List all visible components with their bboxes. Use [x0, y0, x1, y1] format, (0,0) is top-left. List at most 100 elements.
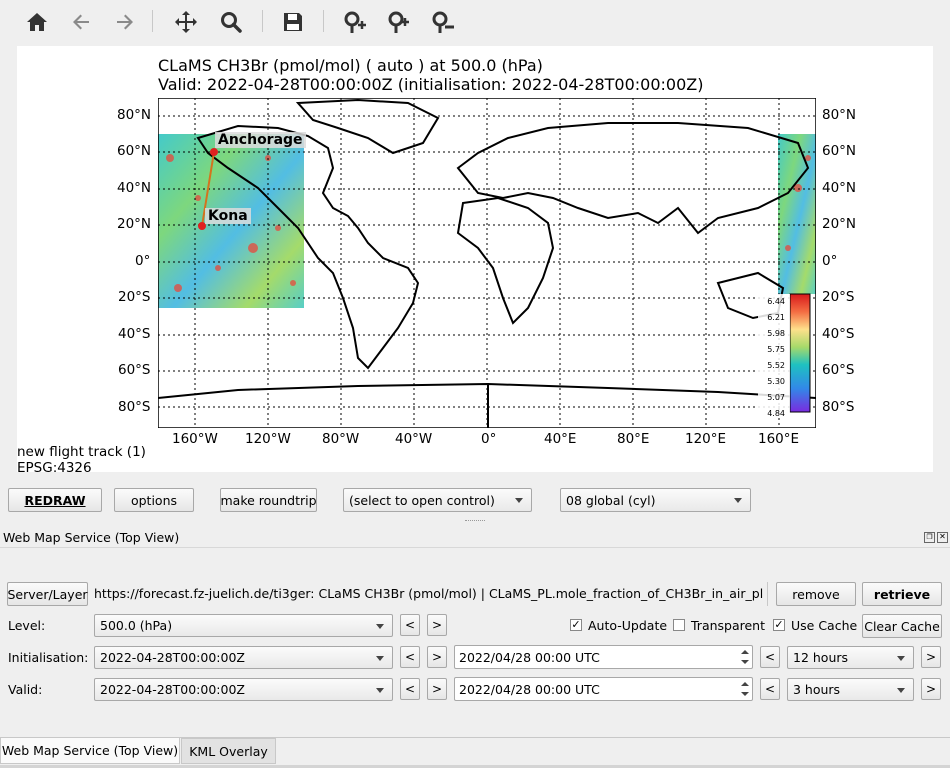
lat-tick-right: 80°S [822, 399, 855, 415]
lat-tick-right: 80°N [822, 107, 857, 123]
zoom-magnifier-icon [221, 12, 242, 33]
initialisation-select[interactable]: 2022-04-28T00:00:00Z [94, 646, 393, 669]
valid-step-next-button[interactable]: > [921, 678, 941, 700]
lat-tick-left: 60°N [117, 143, 152, 159]
lat-tick-right: 60°N [822, 143, 857, 159]
redraw-button[interactable]: REDRAW [8, 488, 102, 512]
valid-step-select[interactable]: 3 hours [787, 678, 914, 701]
lat-tick-left: 40°S [118, 326, 151, 342]
float-dock-icon[interactable]: ❐ [924, 532, 935, 543]
spin-up-icon[interactable] [741, 682, 749, 686]
clear-cache-button[interactable]: Clear Cache [862, 614, 942, 638]
waypoint-label-anchorage: Anchorage [215, 132, 306, 148]
chevron-down-icon [734, 498, 742, 503]
spin-up-icon[interactable] [741, 650, 749, 654]
projection-label: EPSG:4326 [17, 460, 92, 476]
lon-tick: 40°E [544, 431, 577, 447]
valid-datetime-input[interactable]: 2022/04/28 00:00 UTC [454, 677, 753, 701]
save-button[interactable] [278, 8, 308, 36]
chevron-down-icon [376, 623, 384, 629]
valid-step-prev-button[interactable]: < [760, 678, 780, 700]
layer-description: https://forecast.fz-juelich.de/ti3ger: C… [94, 586, 764, 601]
lat-tick-left: 80°S [118, 399, 151, 415]
chevron-down-icon [376, 687, 384, 693]
valid-prev-button[interactable]: < [400, 678, 420, 700]
tab-kml-overlay[interactable]: KML Overlay [181, 738, 276, 764]
colorbar-labels: 6.44 6.21 5.98 5.75 5.52 5.30 5.07 4.84 [767, 297, 785, 418]
move-waypoint-button[interactable] [384, 8, 414, 36]
plot-title-line1: CLaMS CH3Br (pmol/mol) ( auto ) at 500.0… [158, 56, 543, 75]
chevron-down-icon [376, 655, 384, 661]
remove-button[interactable]: remove [776, 582, 856, 606]
init-step-next-button[interactable]: > [921, 646, 941, 668]
separator [767, 582, 768, 606]
level-prev-button[interactable]: < [400, 614, 420, 636]
pan-move-icon [175, 11, 197, 33]
colorbar [789, 293, 811, 413]
insert-waypoint-button[interactable] [340, 8, 370, 36]
lon-tick: 40°W [395, 431, 433, 447]
waypoint-label-kona: Kona [205, 208, 251, 224]
make-roundtrip-button[interactable]: make roundtrip [220, 488, 317, 512]
waypoint-marker[interactable] [210, 148, 218, 156]
close-dock-icon[interactable]: ✕ [937, 532, 948, 543]
init-datetime-input[interactable]: 2022/04/28 00:00 UTC [454, 645, 753, 669]
map-canvas[interactable]: CLaMS CH3Br (pmol/mol) ( auto ) at 500.0… [17, 46, 933, 476]
chevron-down-icon [515, 498, 523, 503]
save-floppy-icon [284, 13, 302, 31]
valid-label: Valid: [8, 682, 43, 697]
options-button[interactable]: options [114, 488, 194, 512]
valid-next-button[interactable]: > [427, 678, 447, 700]
toolbar-separator [323, 10, 324, 32]
forward-button[interactable] [110, 8, 140, 36]
init-prev-button[interactable]: < [400, 646, 420, 668]
delete-waypoint-button[interactable] [428, 8, 458, 36]
toolbar-separator [262, 10, 263, 32]
toolbar-separator [152, 10, 153, 32]
wms-panel [0, 547, 950, 738]
insert-waypoint-icon [344, 11, 366, 33]
lon-tick: 0° [481, 431, 497, 447]
lat-tick-left: 60°S [118, 362, 151, 378]
lon-tick: 160°W [172, 431, 218, 447]
auto-update-checkbox[interactable]: ✓ [570, 619, 582, 631]
chevron-down-icon [897, 655, 905, 661]
lat-tick-left: 0° [135, 253, 151, 269]
spin-down-icon[interactable] [741, 660, 749, 664]
move-waypoint-icon [388, 11, 409, 33]
lat-tick-right: 0° [822, 253, 838, 269]
transparent-label: Transparent [691, 618, 766, 633]
lon-tick: 120°W [245, 431, 291, 447]
zoom-button[interactable] [216, 8, 246, 36]
pan-button[interactable] [171, 8, 201, 36]
tab-wms-top-view[interactable]: Web Map Service (Top View) [0, 738, 180, 764]
lat-tick-right: 60°S [822, 362, 855, 378]
server-layer-button[interactable]: Server/Layer [7, 582, 88, 606]
level-select[interactable]: 500.0 (hPa) [94, 614, 393, 637]
valid-select[interactable]: 2022-04-28T00:00:00Z [94, 678, 393, 701]
initialisation-label: Initialisation: [8, 650, 89, 665]
init-next-button[interactable]: > [427, 646, 447, 668]
control-select[interactable]: (select to open control) [343, 488, 532, 512]
splitter-handle[interactable] [465, 520, 485, 524]
init-step-select[interactable]: 12 hours [787, 646, 914, 669]
retrieve-button[interactable]: retrieve [862, 582, 942, 606]
back-button[interactable] [66, 8, 96, 36]
chevron-down-icon [897, 687, 905, 693]
plot-title-line2: Valid: 2022-04-28T00:00:00Z (initialisat… [158, 75, 704, 94]
level-next-button[interactable]: > [427, 614, 447, 636]
use-cache-checkbox[interactable]: ✓ [773, 619, 785, 631]
forward-arrow-icon [117, 14, 133, 30]
init-step-prev-button[interactable]: < [760, 646, 780, 668]
lat-tick-right: 40°N [822, 180, 857, 196]
lon-tick: 80°W [322, 431, 360, 447]
transparent-checkbox[interactable] [673, 619, 685, 631]
flight-track-label: new flight track (1) [17, 444, 146, 460]
home-button[interactable] [22, 8, 52, 36]
use-cache-label: Use Cache [791, 618, 858, 633]
spin-down-icon[interactable] [741, 692, 749, 696]
map-section-select[interactable]: 08 global (cyl) [560, 488, 751, 512]
auto-update-label: Auto-Update [588, 618, 668, 633]
dock-title: Web Map Service (Top View) [3, 530, 180, 545]
lat-tick-left: 80°N [117, 107, 152, 123]
